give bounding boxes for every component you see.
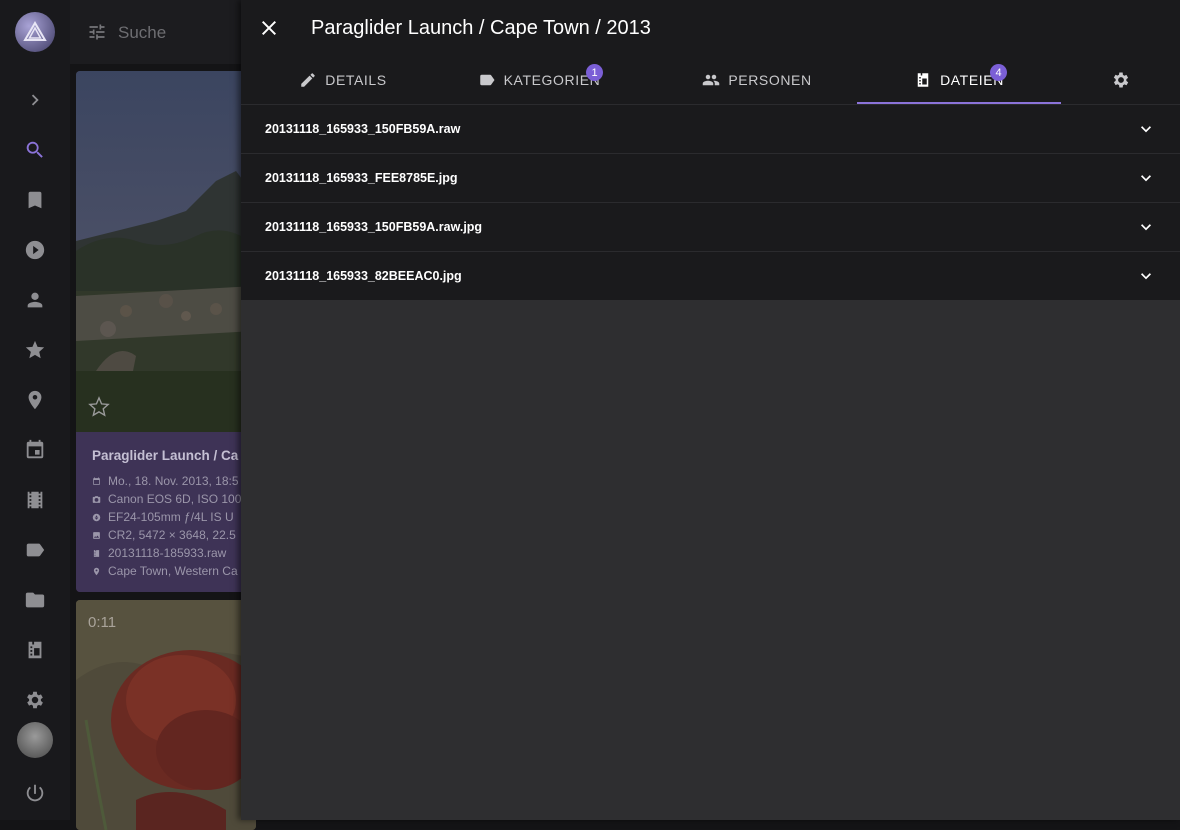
file-item[interactable]: 20131118_165933_82BEEAC0.jpg [241, 252, 1180, 300]
search-icon[interactable] [22, 137, 48, 163]
calendar-icon [92, 475, 101, 485]
file-name: 20131118_165933_FEE8785E.jpg [265, 171, 458, 185]
folder-icon[interactable] [22, 587, 48, 613]
tab-kategorien[interactable]: KATEGORIEN 1 [445, 56, 633, 104]
pencil-icon [299, 71, 317, 89]
photo-location: Cape Town, Western Ca [92, 564, 256, 578]
calendar-icon[interactable] [22, 437, 48, 463]
power-icon[interactable] [22, 780, 48, 806]
kategorien-count-badge: 1 [586, 64, 603, 81]
camera-icon [92, 493, 101, 503]
film-icon[interactable] [22, 487, 48, 513]
file-list: 20131118_165933_150FB59A.raw 20131118_16… [241, 105, 1180, 300]
files-icon [92, 547, 101, 557]
file-name: 20131118_165933_150FB59A.raw.jpg [265, 220, 483, 234]
tab-details[interactable]: DETAILS [241, 56, 445, 104]
navigation-rail [0, 0, 70, 820]
video-card[interactable]: 0:11 [76, 600, 256, 830]
app-logo[interactable] [15, 12, 55, 52]
tab-dateien[interactable]: DATEIEN 4 [857, 56, 1061, 104]
panel-settings-button[interactable] [1111, 70, 1131, 90]
person-icon[interactable] [22, 287, 48, 313]
people-icon [702, 71, 720, 89]
page-title: Paraglider Launch / Cape Town / 2013 [311, 17, 651, 39]
file-item[interactable]: 20131118_165933_150FB59A.raw.jpg [241, 203, 1180, 252]
video-duration: 0:11 [88, 614, 117, 631]
photo-card[interactable]: Paraglider Launch / Ca Mo., 18. Nov. 201… [76, 71, 256, 592]
image-icon [92, 529, 101, 539]
files-icon[interactable] [22, 637, 48, 663]
dateien-count-badge: 4 [990, 64, 1007, 81]
favorite-star-icon[interactable] [88, 396, 110, 418]
label-icon [478, 71, 496, 89]
gear-icon[interactable] [1111, 70, 1131, 90]
photo-title[interactable]: Paraglider Launch / Ca [92, 448, 256, 463]
chevron-down-icon[interactable] [1136, 266, 1156, 286]
search-input[interactable] [116, 19, 240, 47]
edit-panel: Paraglider Launch / Cape Town / 2013 DET… [241, 0, 1180, 820]
photo-camera: Canon EOS 6D, ISO 100 [92, 492, 256, 506]
filter-icon[interactable] [87, 22, 107, 42]
photo-filename: 20131118-185933.raw [92, 546, 256, 560]
photo-file-info: CR2, 5472 × 3648, 22.5 [92, 528, 256, 542]
star-icon[interactable] [22, 337, 48, 363]
chevron-down-icon[interactable] [1136, 168, 1156, 188]
place-icon[interactable] [22, 387, 48, 413]
file-name: 20131118_165933_82BEEAC0.jpg [265, 269, 462, 283]
bookmark-icon[interactable] [22, 187, 48, 213]
search-toolbar [70, 0, 245, 64]
file-name: 20131118_165933_150FB59A.raw [265, 122, 461, 136]
file-item[interactable]: 20131118_165933_150FB59A.raw [241, 105, 1180, 154]
panel-header: Paraglider Launch / Cape Town / 2013 [241, 0, 1180, 56]
file-item[interactable]: 20131118_165933_FEE8785E.jpg [241, 154, 1180, 203]
lens-icon [92, 511, 101, 522]
video-thumbnail[interactable] [76, 600, 256, 830]
avatar[interactable] [17, 722, 53, 758]
files-icon [914, 71, 932, 89]
gear-icon[interactable] [22, 687, 48, 713]
close-button[interactable] [257, 16, 281, 40]
label-icon[interactable] [22, 537, 48, 563]
chevron-down-icon[interactable] [1136, 119, 1156, 139]
photo-thumbnail[interactable] [76, 71, 256, 432]
play-icon[interactable] [22, 237, 48, 263]
photo-lens: EF24-105mm ƒ/4L IS U [92, 510, 256, 524]
photo-card-info: Paraglider Launch / Ca Mo., 18. Nov. 201… [76, 432, 256, 592]
expand-icon[interactable] [22, 87, 48, 113]
tab-bar: DETAILS KATEGORIEN 1 PERSONEN DATEIEN 4 [241, 56, 1180, 105]
chevron-down-icon[interactable] [1136, 217, 1156, 237]
place-icon [92, 565, 101, 576]
photo-date: Mo., 18. Nov. 2013, 18:5 [92, 474, 256, 488]
close-icon[interactable] [257, 16, 281, 40]
tab-personen[interactable]: PERSONEN [657, 56, 857, 104]
